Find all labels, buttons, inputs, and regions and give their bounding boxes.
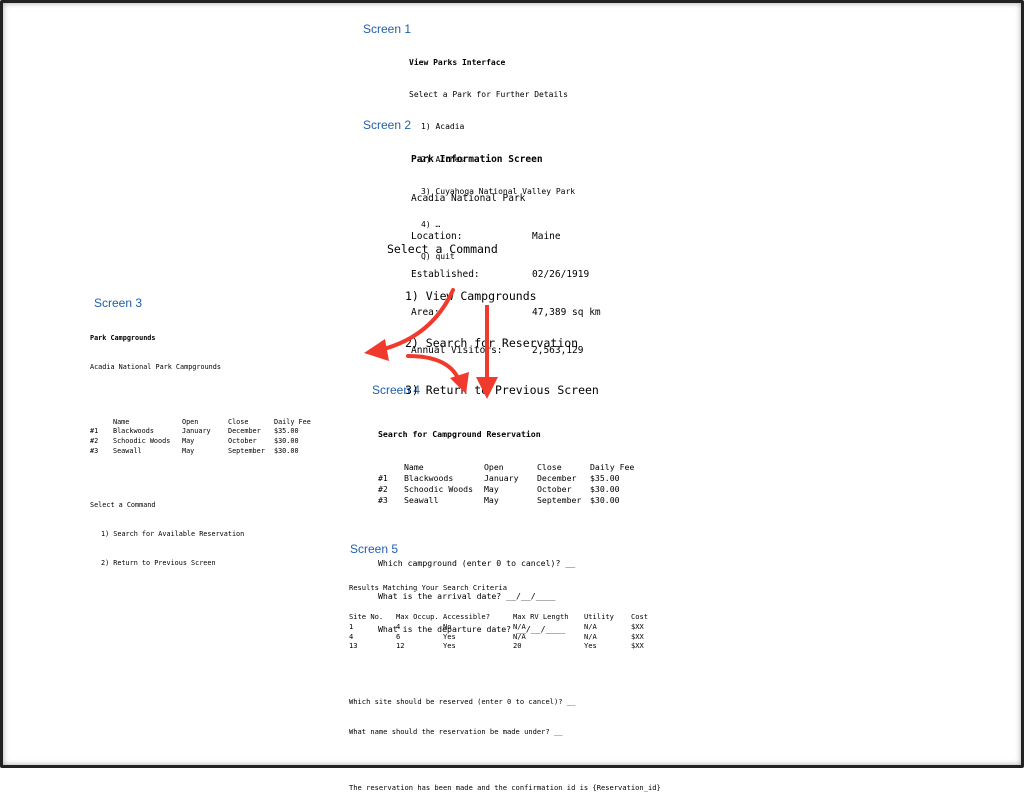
arrow-to-screen-4-curved-head — [450, 372, 469, 394]
arrow-to-screen-4-curved — [406, 354, 460, 380]
flow-arrows — [364, 288, 498, 399]
arrow-to-screen-4-head — [476, 377, 498, 399]
arrow-to-screen-3-head — [364, 339, 389, 361]
confirmation-message: The reservation has been made and the co… — [349, 782, 661, 792]
arrow-to-screen-3 — [378, 288, 455, 352]
